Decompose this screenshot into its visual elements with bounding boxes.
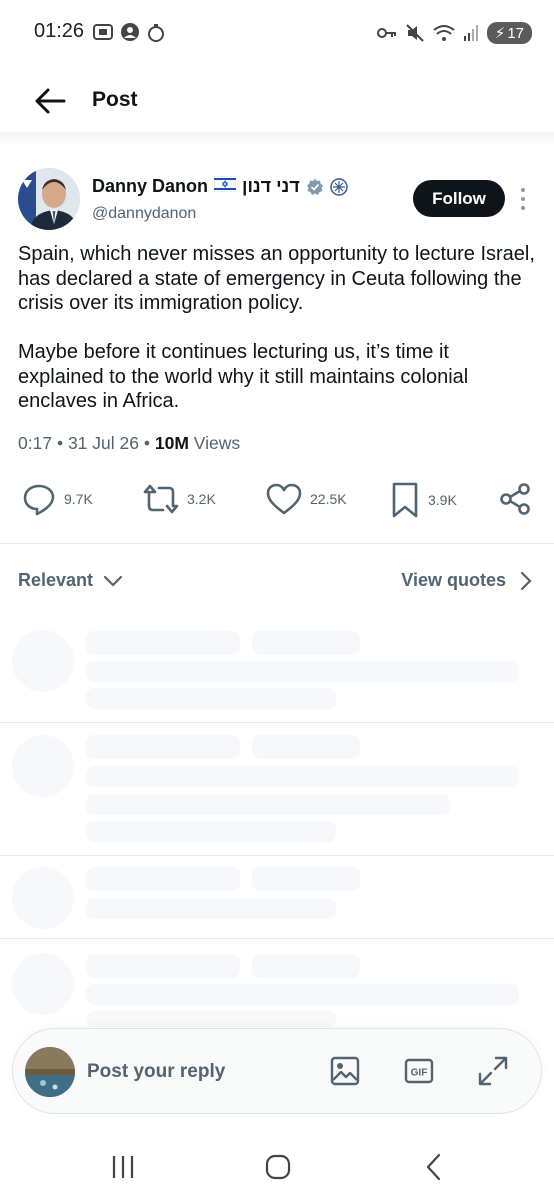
status-notification-icons xyxy=(92,22,166,42)
page-title: Post xyxy=(92,88,138,111)
skeleton-line xyxy=(252,954,360,978)
skeleton-avatar xyxy=(12,630,74,692)
wifi-icon xyxy=(433,25,455,41)
skeleton-line xyxy=(86,1011,336,1027)
divider xyxy=(0,855,554,856)
app-notification-icon xyxy=(148,24,164,42)
meta-separator: • xyxy=(56,433,64,453)
post-meta: 0:17 • 31 Jul 26 • 10M Views xyxy=(18,433,240,454)
view-quotes-link[interactable]: View quotes xyxy=(401,570,532,591)
skeleton-line xyxy=(252,735,360,759)
top-app-bar: Post xyxy=(0,76,554,126)
divider xyxy=(0,938,554,939)
views-count[interactable]: 10M xyxy=(155,433,189,453)
svg-text:GIF: GIF xyxy=(411,1068,428,1079)
divider xyxy=(0,722,554,723)
skeleton-line xyxy=(86,898,336,919)
skeleton-line xyxy=(86,688,336,709)
system-navigation-bar xyxy=(0,1140,554,1200)
meta-separator: • xyxy=(143,433,150,453)
chevron-right-icon xyxy=(520,571,532,590)
status-bar: 01:26 ⚡ 17 xyxy=(0,0,554,64)
post-actions: 9.7K 3.2K 22.5K 3.9K xyxy=(0,482,554,522)
reply-button[interactable]: 9.7K xyxy=(22,482,93,516)
post-body: Spain, which never misses an opportunity… xyxy=(18,242,538,438)
skeleton-avatar xyxy=(12,953,74,1015)
share-icon xyxy=(500,483,530,515)
repost-button[interactable]: 3.2K xyxy=(143,482,216,516)
post-paragraph: Maybe before it continues lecturing us, … xyxy=(18,341,469,412)
account-icon xyxy=(121,23,139,41)
skeleton-line xyxy=(86,735,240,759)
israel-flag-icon xyxy=(213,175,237,193)
skeleton-line xyxy=(86,821,336,842)
skeleton-line xyxy=(252,631,360,655)
heart-icon xyxy=(266,483,302,515)
reply-composer[interactable]: Post your reply GIF xyxy=(12,1028,542,1114)
skeleton-line xyxy=(86,631,240,655)
views-label: Views xyxy=(193,433,241,453)
repost-icon xyxy=(143,484,179,514)
bookmark-count: 3.9K xyxy=(428,492,457,508)
share-button[interactable] xyxy=(498,482,532,516)
status-system-icons: ⚡ 17 xyxy=(376,22,532,44)
skeleton-line xyxy=(86,794,450,815)
user-photo xyxy=(25,1047,75,1097)
author-name-row[interactable]: Danny Danon דני דנון xyxy=(92,175,348,197)
follow-button[interactable]: Follow xyxy=(413,180,505,217)
government-badge-icon xyxy=(330,177,348,196)
user-avatar[interactable] xyxy=(25,1047,75,1097)
reply-input[interactable]: Post your reply xyxy=(87,1061,287,1083)
like-count: 22.5K xyxy=(310,491,347,507)
like-button[interactable]: 22.5K xyxy=(266,482,347,516)
recent-apps-icon[interactable] xyxy=(108,1152,138,1182)
expand-icon[interactable] xyxy=(477,1055,509,1087)
chevron-down-icon xyxy=(103,575,123,587)
repost-count: 3.2K xyxy=(187,491,216,507)
signal-icon xyxy=(463,25,478,41)
back-icon[interactable] xyxy=(420,1152,450,1182)
skeleton-avatar xyxy=(12,735,74,797)
author-photo xyxy=(18,168,80,230)
screenshot-icon xyxy=(93,24,113,40)
post-time: 0:17 xyxy=(18,433,53,453)
post-date: 31 Jul 26 xyxy=(67,433,139,453)
bookmark-button[interactable]: 3.9K xyxy=(390,482,457,518)
view-quotes-label: View quotes xyxy=(401,570,506,590)
battery-level: 17 xyxy=(507,24,524,42)
skeleton-line xyxy=(86,766,519,787)
sort-dropdown[interactable]: Relevant xyxy=(18,570,123,591)
author-avatar[interactable] xyxy=(18,168,80,230)
skeleton-avatar xyxy=(12,867,74,929)
skeleton-line xyxy=(86,984,519,1005)
bookmark-icon xyxy=(392,482,418,518)
status-time: 01:26 xyxy=(34,20,85,42)
gif-icon[interactable]: GIF xyxy=(403,1055,435,1087)
home-icon[interactable] xyxy=(263,1152,293,1182)
sort-label: Relevant xyxy=(18,570,94,590)
skeleton-line xyxy=(86,661,519,682)
more-options-icon[interactable] xyxy=(515,186,531,212)
author-hebrew-name: דני דנון xyxy=(242,176,300,196)
key-icon xyxy=(376,28,396,38)
charging-icon: ⚡ xyxy=(494,25,506,42)
author-handle[interactable]: @dannydanon xyxy=(92,205,196,223)
skeleton-line xyxy=(86,954,240,978)
divider xyxy=(0,543,554,544)
back-arrow-icon[interactable] xyxy=(34,86,66,116)
author-flag xyxy=(213,175,237,197)
reply-icon xyxy=(23,484,55,516)
mute-icon xyxy=(406,24,424,42)
battery-indicator: ⚡ 17 xyxy=(486,22,532,44)
skeleton-line xyxy=(86,867,240,891)
header-divider xyxy=(0,132,554,146)
verified-badge-icon xyxy=(306,178,323,195)
image-icon[interactable] xyxy=(329,1055,361,1087)
reply-count: 9.7K xyxy=(64,491,93,507)
skeleton-line xyxy=(252,867,360,891)
post-paragraph: Spain, which never misses an opportunity… xyxy=(18,243,535,314)
author-name: Danny Danon xyxy=(92,176,209,196)
